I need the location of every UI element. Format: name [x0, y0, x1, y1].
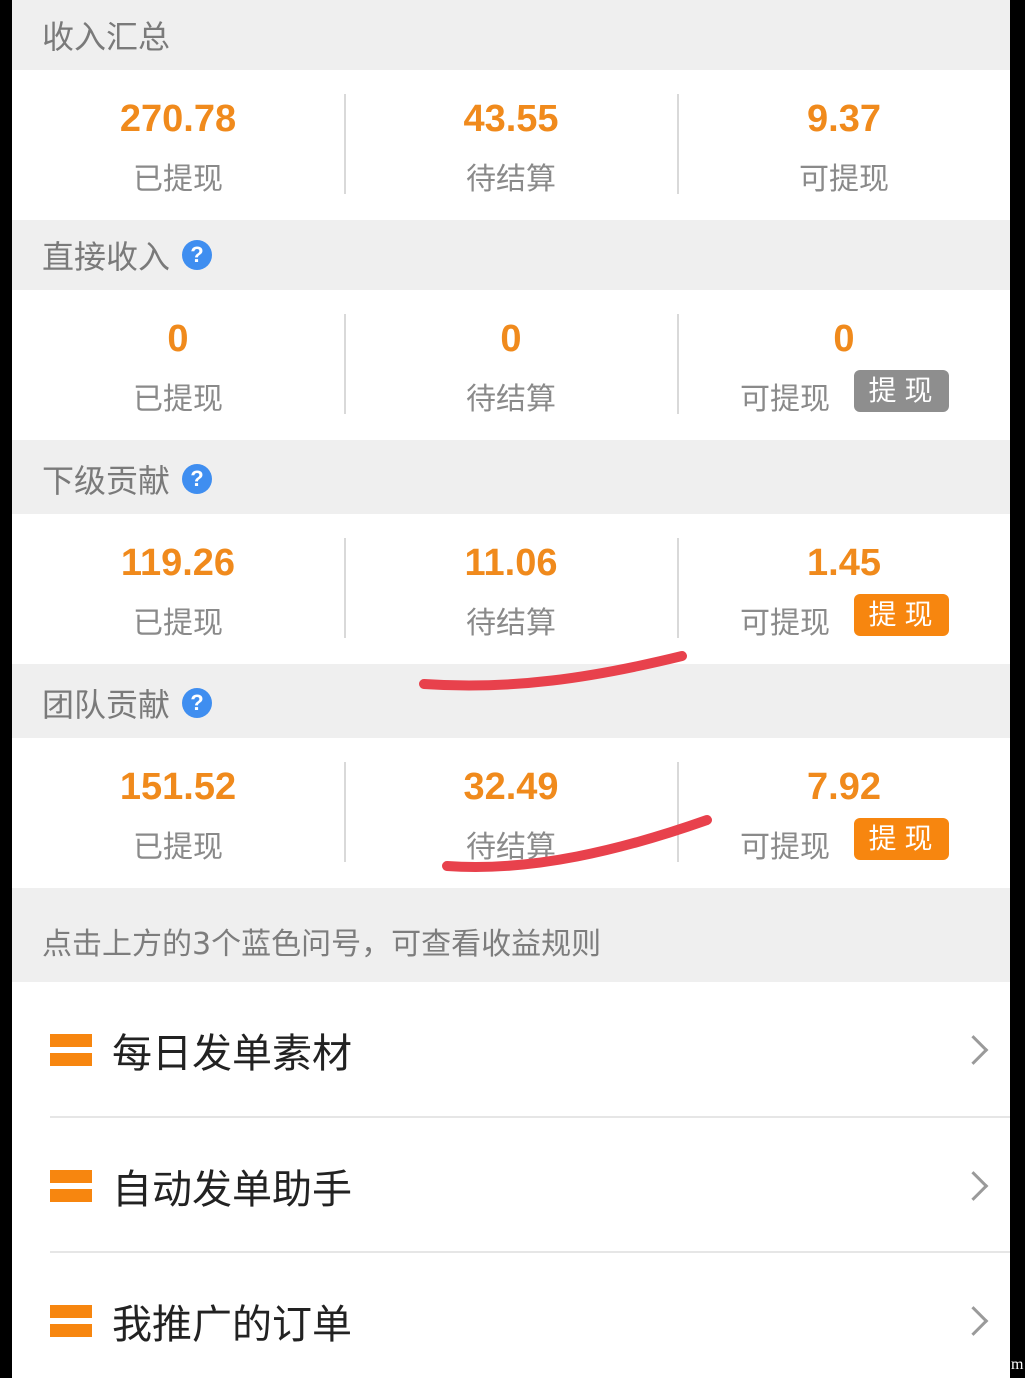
- team-header: 团队贡献 ?: [12, 668, 1010, 738]
- chevron-right-icon: [958, 1034, 989, 1065]
- summary-withdrawn[interactable]: 270.78 已提现: [12, 70, 344, 220]
- menu-item-label: 我推广的订单: [112, 1301, 352, 1348]
- team-title: 团队贡献: [42, 686, 171, 724]
- income-screen: 收入汇总 270.78 已提现 43.55 待结算 9.37 可提现 直接收入 …: [12, 0, 1010, 1378]
- withdrawn-label: 已提现: [133, 162, 223, 197]
- sub-withdrawn[interactable]: 119.26 已提现: [12, 514, 344, 664]
- summary-pending[interactable]: 43.55 待结算: [345, 70, 677, 220]
- rules-tip: 点击上方的3个蓝色问号，可查看收益规则: [12, 900, 1010, 982]
- direct-stats: 0 已提现 0 待结算 0 可提现 提现: [12, 290, 1010, 440]
- available-value: 7.92: [807, 766, 881, 808]
- withdraw-button[interactable]: 提现: [854, 818, 949, 860]
- direct-withdrawn[interactable]: 0 已提现: [12, 290, 344, 440]
- team-available[interactable]: 7.92 可提现 提现: [678, 738, 1010, 888]
- pending-value: 43.55: [463, 98, 559, 140]
- withdrawn-value: 270.78: [119, 98, 237, 140]
- summary-header: 收入汇总: [12, 0, 1010, 70]
- chevron-right-icon: [958, 1170, 989, 1201]
- team-withdrawn[interactable]: 151.52 已提现: [12, 738, 344, 888]
- summary-stats: 270.78 已提现 43.55 待结算 9.37 可提现: [12, 70, 1010, 220]
- pending-label: 待结算: [466, 382, 556, 417]
- list-icon: [50, 1304, 92, 1337]
- menu-list: 每日发单素材 自动发单助手 我推广的订单: [12, 982, 1010, 1378]
- summary-available[interactable]: 9.37 可提现: [678, 70, 1010, 220]
- team-stats: 151.52 已提现 32.49 待结算 7.92 可提现 提现: [12, 738, 1010, 888]
- direct-available[interactable]: 0 可提现 提现: [678, 290, 1010, 440]
- sub-title: 下级贡献: [42, 462, 171, 500]
- list-icon: [50, 1033, 92, 1066]
- help-icon[interactable]: ?: [182, 464, 213, 494]
- available-value: 9.37: [807, 98, 881, 140]
- direct-pending[interactable]: 0 待结算: [345, 290, 677, 440]
- withdrawn-value: 0: [167, 318, 189, 360]
- pending-value: 11.06: [464, 542, 558, 584]
- pending-label: 待结算: [466, 162, 556, 197]
- pending-label: 待结算: [466, 830, 556, 865]
- sub-pending[interactable]: 11.06 待结算: [345, 514, 677, 664]
- help-icon[interactable]: ?: [182, 240, 213, 270]
- menu-item-auto-assistant[interactable]: 自动发单助手: [12, 1118, 1010, 1253]
- list-icon: [50, 1169, 92, 1202]
- pending-value: 32.49: [463, 766, 559, 808]
- direct-title: 直接收入: [42, 238, 171, 276]
- withdraw-button[interactable]: 提现: [854, 594, 949, 636]
- menu-item-label: 自动发单助手: [112, 1166, 352, 1213]
- available-value: 0: [833, 318, 855, 360]
- sub-header: 下级贡献 ?: [12, 444, 1010, 514]
- rules-tip-text: 点击上方的3个蓝色问号，可查看收益规则: [42, 927, 602, 962]
- menu-item-daily-material[interactable]: 每日发单素材: [12, 982, 1010, 1117]
- withdrawn-label: 已提现: [133, 382, 223, 417]
- help-icon[interactable]: ?: [182, 688, 213, 718]
- chevron-right-icon: [958, 1305, 989, 1336]
- direct-header: 直接收入 ?: [12, 220, 1010, 290]
- available-value: 1.45: [807, 542, 881, 584]
- available-label: 可提现: [799, 162, 889, 197]
- withdraw-button-disabled[interactable]: 提现: [854, 370, 949, 412]
- pending-value: 0: [500, 318, 522, 360]
- team-pending[interactable]: 32.49 待结算: [345, 738, 677, 888]
- summary-title: 收入汇总: [42, 18, 171, 56]
- sub-available[interactable]: 1.45 可提现 提现: [678, 514, 1010, 664]
- withdrawn-label: 已提现: [133, 606, 223, 641]
- menu-item-label: 每日发单素材: [112, 1030, 352, 1077]
- withdrawn-value: 119.26: [120, 542, 236, 584]
- sub-stats: 119.26 已提现 11.06 待结算 1.45 可提现 提现: [12, 514, 1010, 664]
- withdrawn-label: 已提现: [133, 830, 223, 865]
- corner-mark: m: [1011, 1356, 1024, 1373]
- menu-item-my-orders[interactable]: 我推广的订单: [12, 1253, 1010, 1378]
- pending-label: 待结算: [466, 606, 556, 641]
- withdrawn-value: 151.52: [119, 766, 237, 808]
